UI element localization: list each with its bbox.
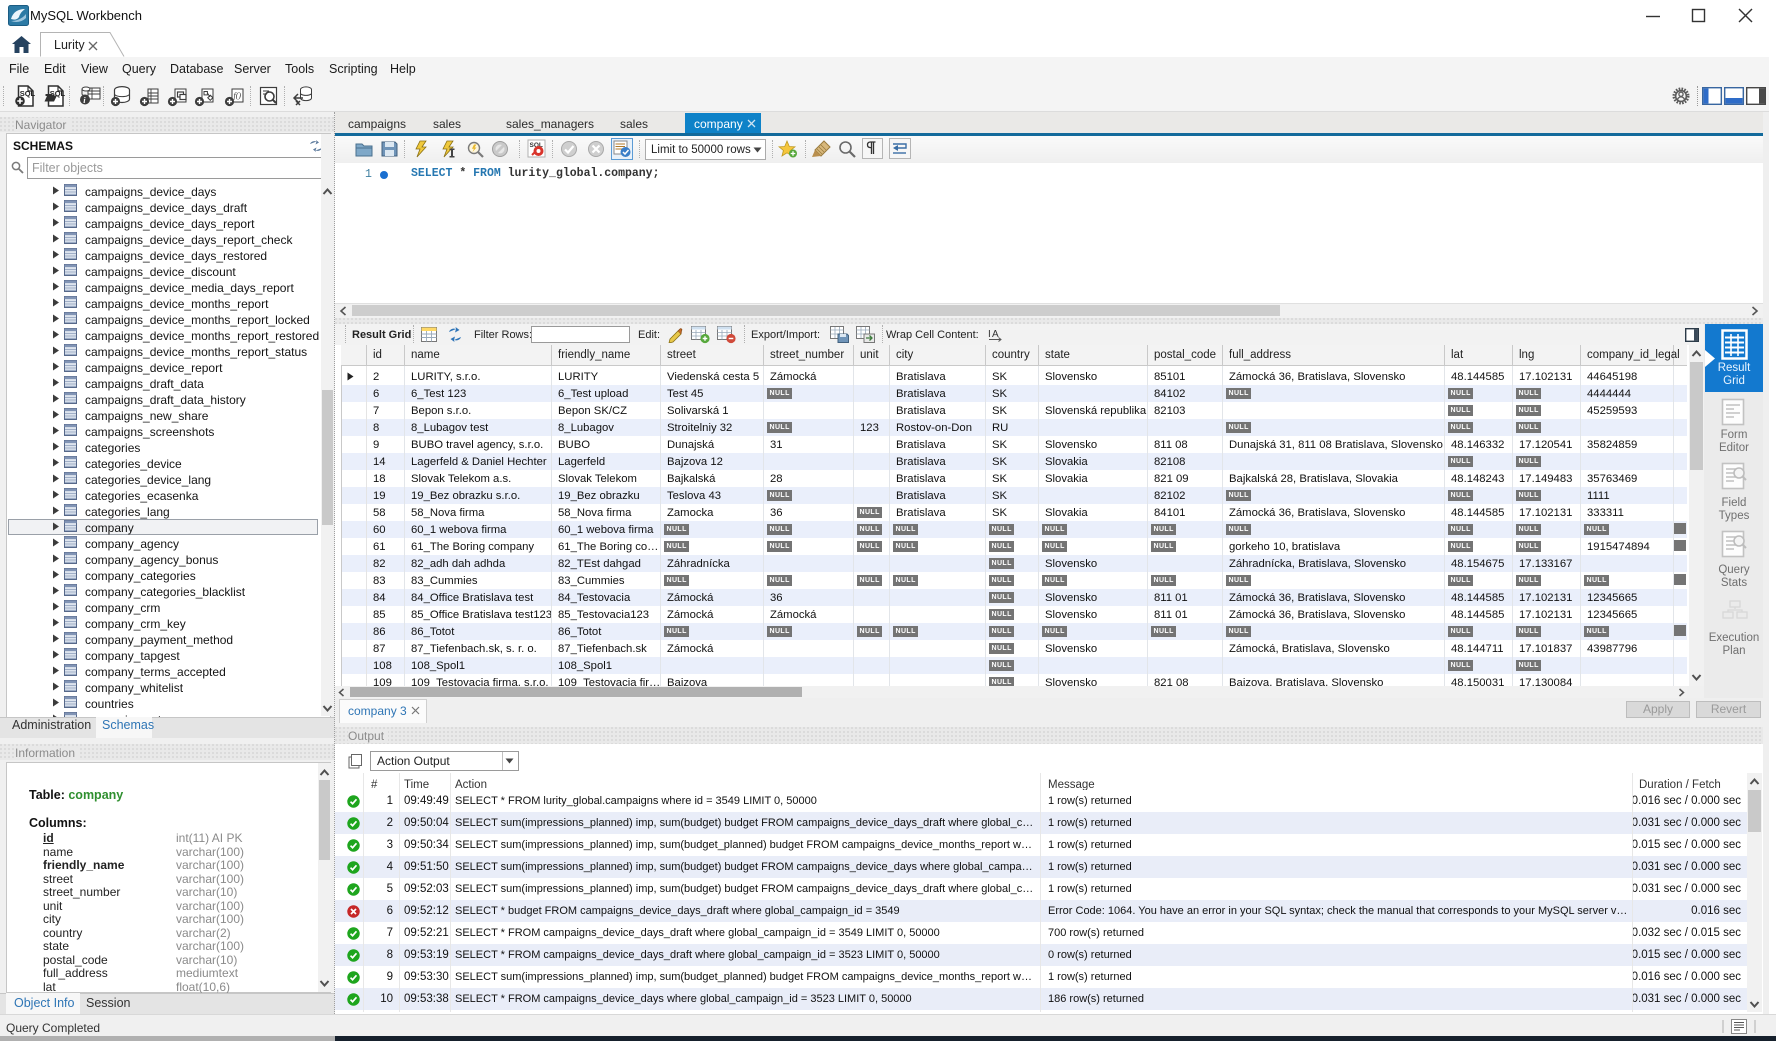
- svg-text:f(): f(): [234, 91, 242, 100]
- svg-text:SQL: SQL: [20, 89, 36, 98]
- svg-text:I: I: [988, 329, 991, 340]
- svg-text:A: A: [992, 329, 999, 340]
